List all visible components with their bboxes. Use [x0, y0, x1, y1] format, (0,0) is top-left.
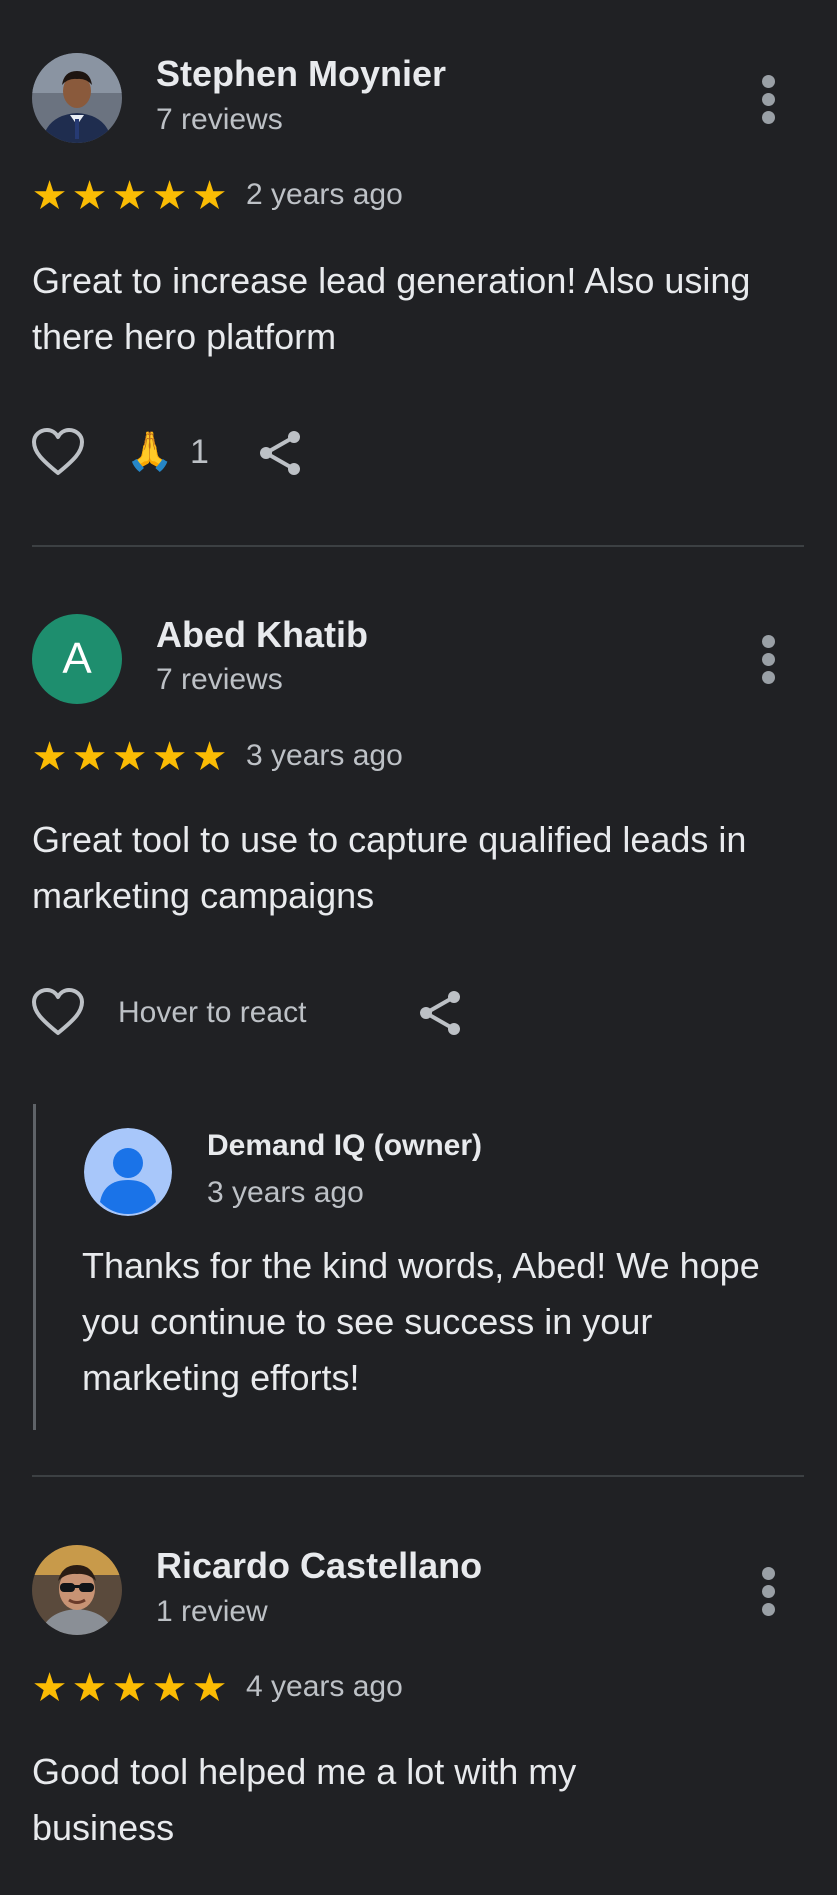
review-text: Great to increase lead generation! Also …: [32, 260, 751, 357]
review-date: 2 years ago: [246, 178, 403, 211]
reviewer-avatar[interactable]: A: [32, 614, 122, 704]
star-icon: ★: [111, 174, 148, 218]
star-icon: ★: [71, 174, 108, 218]
star-icon: ★: [111, 735, 148, 779]
star-icon: ★: [151, 174, 188, 218]
reaction-count: 1: [190, 433, 209, 471]
reviews-list: Stephen Moynier 7 reviews ★ ★ ★ ★ ★ 2 years …: [0, 0, 837, 1895]
heart-outline-icon[interactable]: [30, 426, 86, 483]
star-rating: ★ ★ ★ ★ ★: [30, 176, 229, 216]
review-text: Great tool to use to capture qualified l…: [32, 819, 747, 916]
star-icon: ★: [111, 1666, 148, 1710]
star-icon: ★: [31, 174, 68, 218]
share-icon[interactable]: [256, 428, 304, 483]
share-icon[interactable]: [416, 988, 464, 1043]
praying-hands-reaction[interactable]: 🙏: [126, 430, 173, 474]
star-icon: ★: [191, 174, 228, 218]
reviewer-name[interactable]: Ricardo Castellano: [156, 1545, 482, 1587]
reviewer-avatar[interactable]: [32, 53, 122, 143]
reviewer-review-count[interactable]: 7 reviews: [156, 663, 283, 697]
review-date: 3 years ago: [246, 739, 403, 772]
hover-to-react-label[interactable]: Hover to react: [118, 996, 306, 1030]
review-date: 4 years ago: [246, 1670, 403, 1703]
star-icon: ★: [151, 1666, 188, 1710]
review-text: Good tool helped me a lot with my busine…: [32, 1751, 577, 1848]
star-icon: ★: [71, 735, 108, 779]
default-user-icon: [84, 1128, 172, 1216]
reply-indent-bar: [33, 1104, 36, 1430]
heart-outline-icon[interactable]: [30, 986, 86, 1043]
divider: [32, 545, 804, 547]
owner-reply-text: Thanks for the kind words, Abed! We hope…: [82, 1245, 760, 1398]
praying-hands-emoji: 🙏: [126, 431, 174, 473]
reviewer-avatar[interactable]: [32, 1545, 122, 1635]
owner-name: Demand IQ (owner): [207, 1129, 483, 1162]
more-vert-icon[interactable]: [752, 1562, 786, 1622]
star-icon: ★: [151, 735, 188, 779]
star-icon: ★: [191, 1666, 228, 1710]
star-icon: ★: [31, 735, 68, 779]
reviewer-review-count[interactable]: 1 review: [156, 1595, 268, 1629]
owner-reply-date: 3 years ago: [207, 1176, 364, 1209]
reviewer-name[interactable]: Abed Khatib: [156, 614, 368, 656]
star-icon: ★: [71, 1666, 108, 1710]
star-icon: ★: [31, 1666, 68, 1710]
reviewer-review-count[interactable]: 7 reviews: [156, 103, 283, 137]
more-vert-icon[interactable]: [752, 70, 786, 130]
divider: [32, 1475, 804, 1477]
more-vert-icon[interactable]: [752, 630, 786, 690]
reviewer-name[interactable]: Stephen Moynier: [156, 53, 446, 95]
star-icon: ★: [191, 735, 228, 779]
star-rating: ★ ★ ★ ★ ★: [30, 737, 229, 777]
star-rating: ★ ★ ★ ★ ★: [30, 1668, 229, 1708]
